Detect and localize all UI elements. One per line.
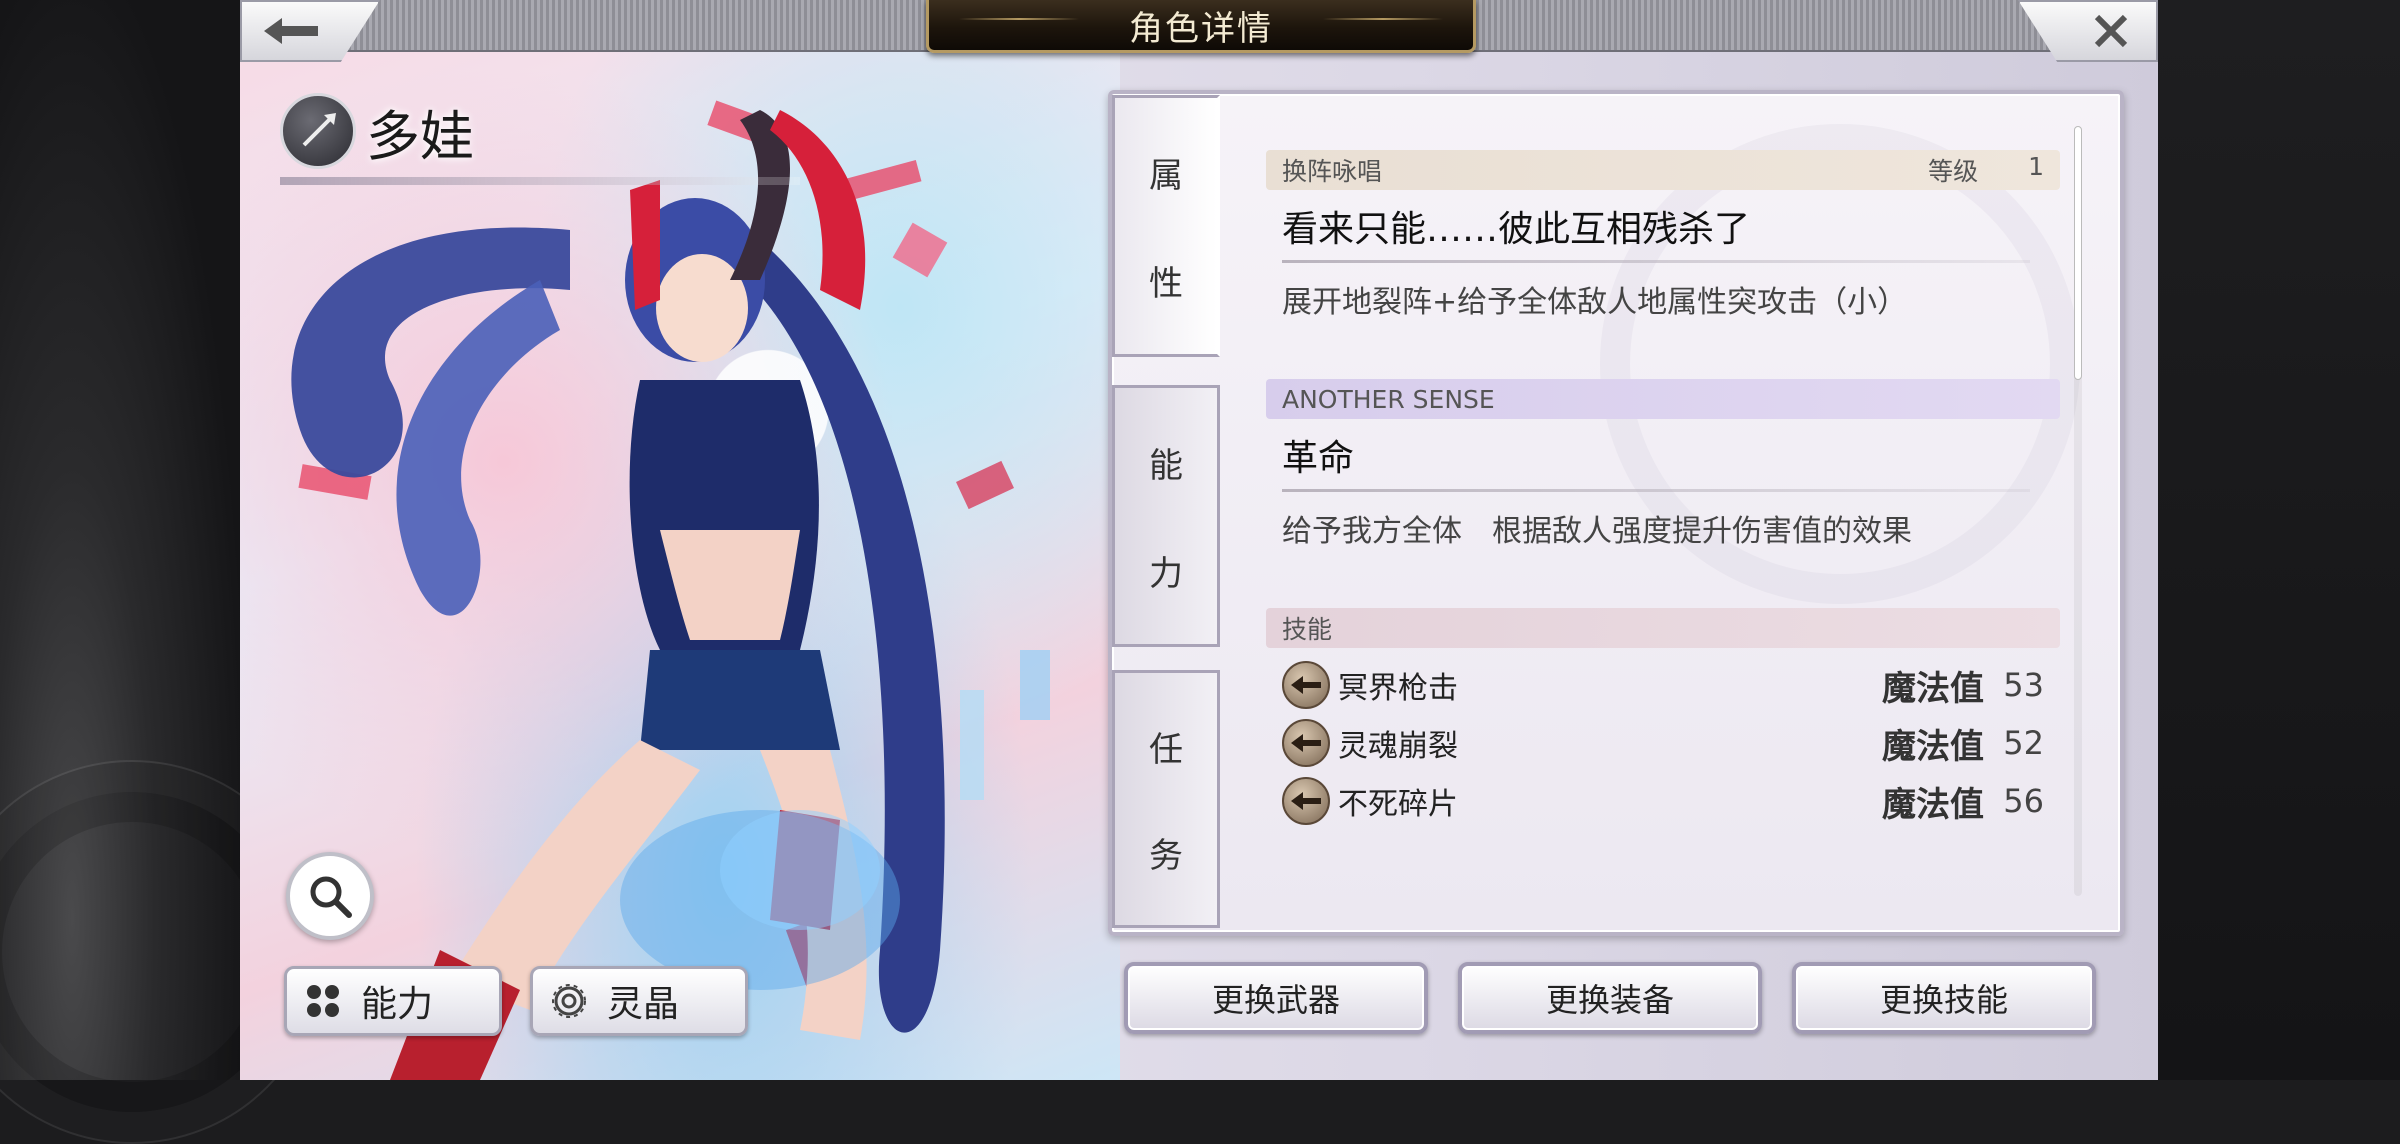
change-skill-button[interactable]: 更换技能 [1792,962,2096,1034]
grid-dots-icon [307,985,339,1017]
left-letterbox [0,0,324,1144]
spear-skill-icon [1282,719,1330,767]
another-sense-description: 给予我方全体 根据敌人强度提升伤害值的效果 [1282,514,1912,549]
skill-name: 冥界枪击 [1338,671,1458,706]
ability-button-label: 能力 [361,984,434,1025]
another-sense-header: ANOTHER SENSE [1266,379,2060,419]
another-sense-section: ANOTHER SENSE 革命 给予我方全体 根据敌人强度提升伤害值的效果 [1266,379,2060,608]
arrow-left-icon [264,18,318,44]
change-equipment-button[interactable]: 更换装备 [1458,962,1762,1034]
tab-task-label-1: 任 [1149,729,1183,770]
character-header: 多娃 [280,93,800,185]
formation-chant-section: 换阵咏唱 等级 1 看来只能……彼此互相残杀了 展开地裂阵+给予全体敌人地属性突… [1266,150,2060,379]
character-artwork [240,50,1120,1080]
tab-attributes[interactable]: 属 性 [1112,95,1220,357]
close-icon [2094,14,2128,48]
mp-value: 53 [2003,666,2044,704]
game-screen: 多娃 能力 灵晶 角色详情 属 性 能 力 任 务 换阵咏唱 等级 1 看来只能… [240,0,2158,1080]
gear-icon [552,984,586,1018]
right-letterbox [2158,0,2400,1080]
level-value: 1 [2028,152,2044,181]
spear-skill-icon [1282,777,1330,825]
another-sense-name: 革命 [1282,438,1355,479]
tab-ability-label-1: 能 [1149,445,1183,486]
crystal-button-label: 灵晶 [607,984,680,1025]
formation-chant-header: 换阵咏唱 等级 1 [1266,150,2060,190]
tab-task[interactable]: 任 务 [1112,670,1220,928]
mp-label: 魔法值 [1882,726,1984,767]
formation-chant-name: 看来只能……彼此互相残杀了 [1282,209,1751,250]
skills-header: 技能 [1266,608,2060,648]
zoom-button[interactable] [286,852,374,940]
scroll-thumb[interactable] [2074,126,2082,380]
skill-name: 不死碎片 [1338,787,1458,822]
tab-task-label-2: 务 [1149,835,1183,876]
skill-row[interactable]: 不死碎片 魔法值 56 [1266,772,2060,830]
tab-attributes-label-1: 属 [1149,155,1183,196]
spear-class-icon [280,93,356,169]
ability-button[interactable]: 能力 [284,966,502,1036]
detail-scrollbar[interactable] [2074,126,2082,896]
mp-label: 魔法值 [1882,668,1984,709]
character-name: 多娃 [366,104,474,168]
tab-ability[interactable]: 能 力 [1112,385,1220,647]
mp-label: 魔法值 [1882,784,1984,825]
close-button[interactable] [2018,0,2158,62]
page-title-text: 角色详情 [1129,8,1273,49]
another-sense-header-text: ANOTHER SENSE [1282,384,1495,414]
formation-chant-description: 展开地裂阵+给予全体敌人地属性突攻击（小） [1282,285,1908,320]
tab-ability-label-2: 力 [1149,553,1183,594]
magnifier-icon [310,876,352,918]
mp-value: 52 [2003,724,2044,762]
spear-skill-icon [1282,661,1330,709]
skill-row[interactable]: 冥界枪击 魔法值 53 [1266,656,2060,714]
character-illustration [291,100,1050,1080]
level-display: 等级 1 [1928,152,2044,188]
detail-content: 换阵咏唱 等级 1 看来只能……彼此互相残杀了 展开地裂阵+给予全体敌人地属性突… [1266,150,2060,830]
mp-value: 56 [2003,782,2044,820]
level-label: 等级 [1928,157,1979,186]
formation-chant-header-text: 换阵咏唱 [1282,157,1383,186]
skill-row[interactable]: 灵魂崩裂 魔法值 52 [1266,714,2060,772]
skills-section: 技能 冥界枪击 魔法值 53 灵魂崩裂 魔法值 52 不死碎片 魔法值 56 [1266,608,2060,830]
skill-name: 灵魂崩裂 [1338,729,1458,764]
crystal-button[interactable]: 灵晶 [530,966,748,1036]
skills-header-text: 技能 [1282,615,1333,644]
change-weapon-button[interactable]: 更换武器 [1124,962,1428,1034]
page-title: 角色详情 [926,0,1476,53]
tab-attributes-label-2: 性 [1149,263,1183,304]
